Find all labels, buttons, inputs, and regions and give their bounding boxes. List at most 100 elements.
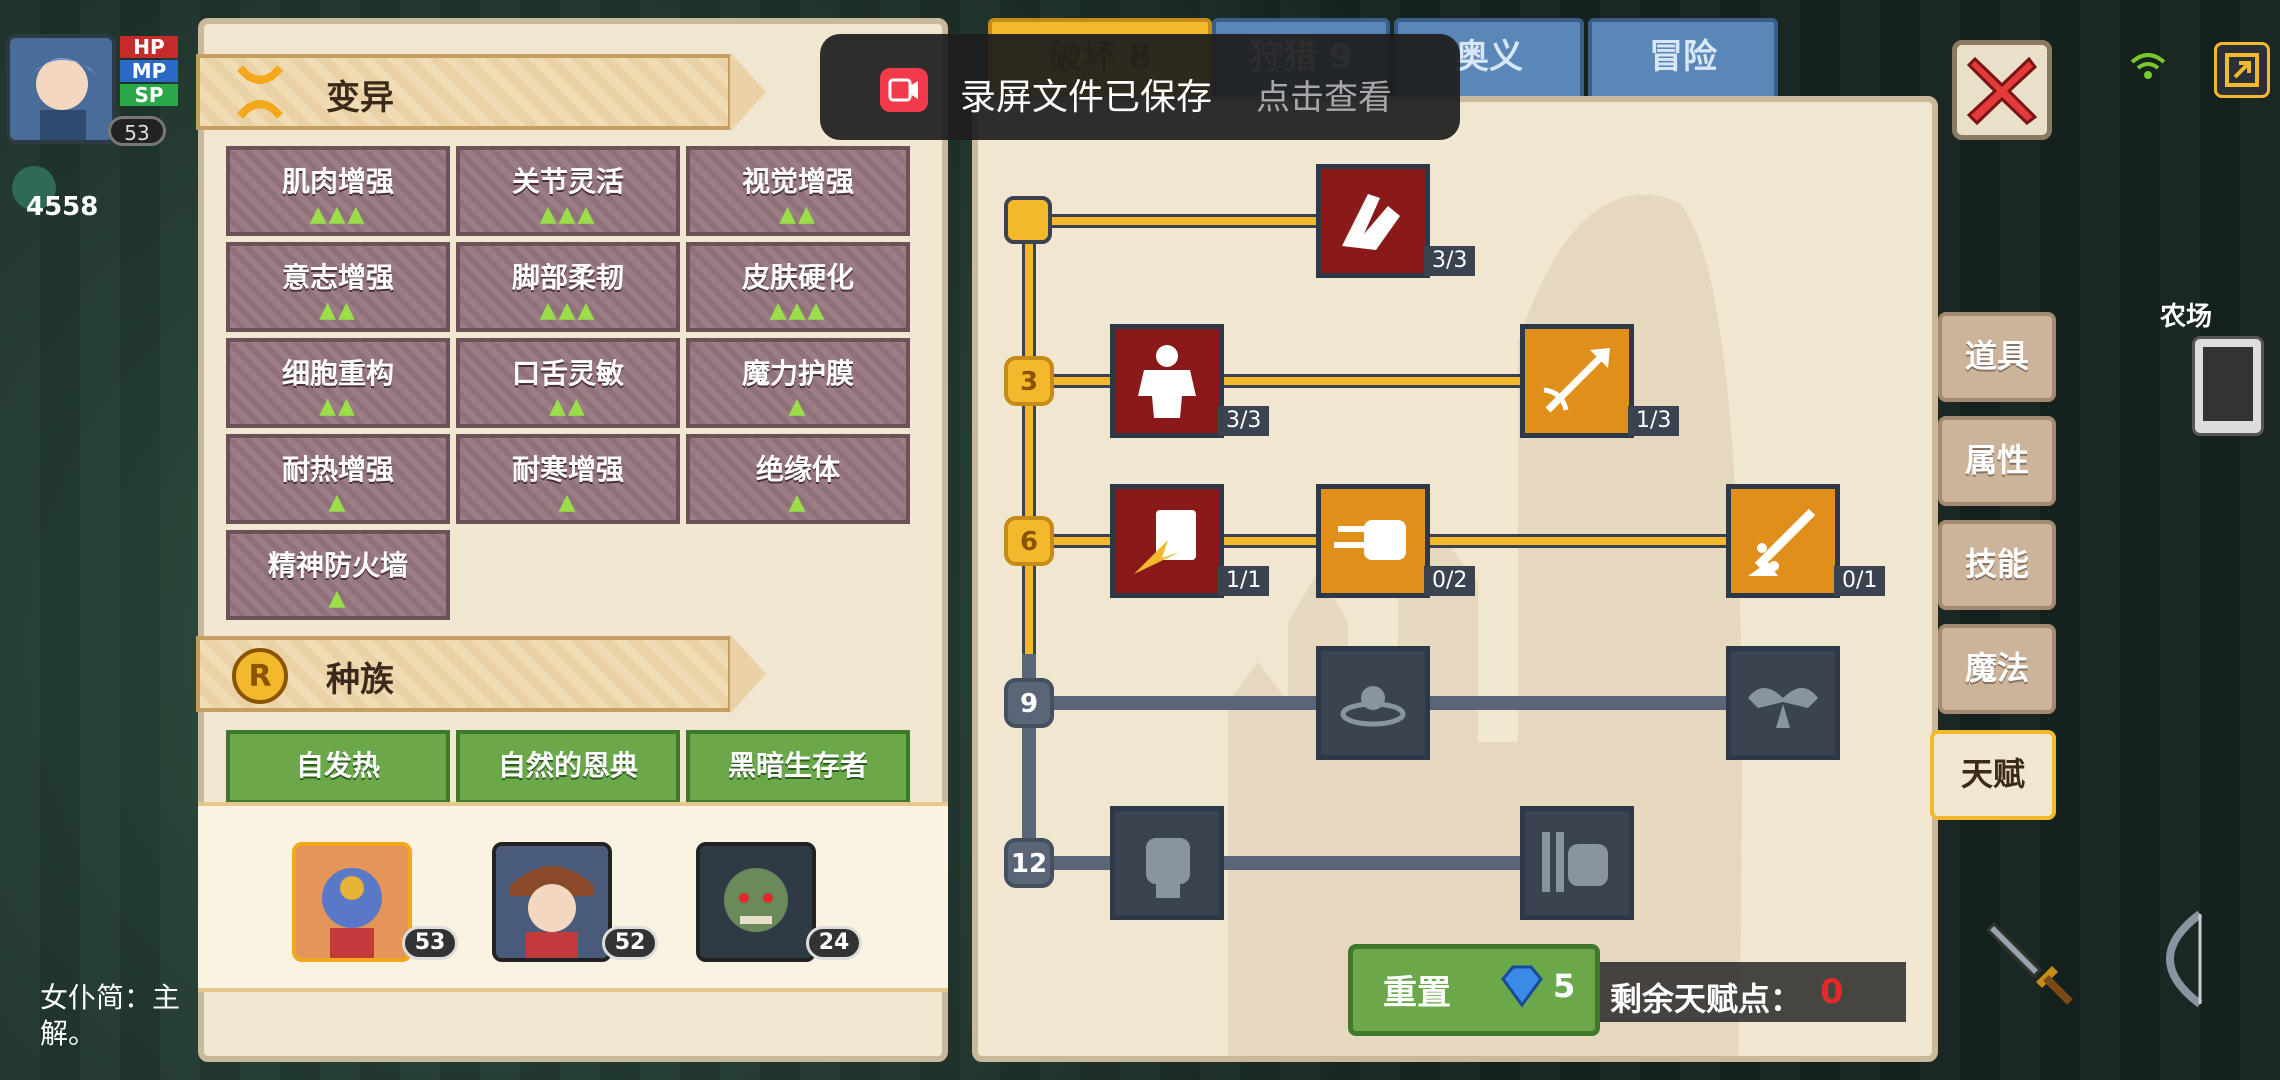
mutation-tile[interactable]: 细胞重构 ▲▲ — [226, 338, 450, 428]
mutation-tile[interactable]: 视觉增强 ▲▲ — [686, 146, 910, 236]
tier-marker: 6 — [1004, 516, 1054, 566]
mutation-tile[interactable]: 口舌灵敏 ▲▲ — [456, 338, 680, 428]
remaining-points-bar: 剩余天赋点： 0 — [1600, 962, 1906, 1022]
phone-icon[interactable] — [2192, 336, 2264, 436]
mutation-name: 魔力护膜 — [741, 357, 854, 390]
ribbon-tail — [730, 52, 766, 132]
mutation-tier: ▲ — [788, 490, 808, 515]
dialogue-text: 女仆简：主 — [40, 981, 181, 1014]
tree-branch — [1030, 214, 1320, 228]
mutation-tile[interactable]: 耐寒增强 ▲ — [456, 434, 680, 524]
tab-skills[interactable]: 技能 — [1938, 520, 2056, 610]
mutation-tier: ▲ — [328, 586, 348, 611]
mutation-name: 耐寒增强 — [511, 453, 624, 486]
character-slot[interactable] — [492, 842, 612, 962]
race-trait[interactable]: 自发热 — [226, 730, 450, 804]
talent-node[interactable] — [1110, 324, 1224, 438]
reset-button[interactable]: 重置 5 — [1348, 944, 1600, 1036]
slash-icon — [1748, 508, 1816, 576]
fist-strike-icon — [1542, 832, 1608, 892]
talent-count: 0/2 — [1424, 566, 1476, 596]
tab-magic[interactable]: 魔法 — [1938, 624, 2056, 714]
character-slot-selected[interactable] — [292, 842, 412, 962]
tab-talent[interactable]: 天赋 — [1930, 730, 2056, 820]
character-level: 24 — [806, 926, 862, 960]
wifi-icon — [2130, 52, 2166, 82]
tab-adventure[interactable]: 冒险 — [1588, 18, 1778, 102]
mutation-name: 细胞重构 — [281, 357, 394, 390]
close-icon — [1966, 56, 2038, 126]
tier-marker: 12 — [1004, 838, 1054, 888]
mutation-tile[interactable]: 关节灵活 ▲▲▲ — [456, 146, 680, 236]
talent-node-locked[interactable] — [1316, 646, 1430, 760]
talent-count: 0/1 — [1834, 566, 1886, 596]
talent-node-locked[interactable] — [1520, 806, 1634, 920]
talent-count: 3/3 — [1218, 406, 1270, 436]
talent-node-locked[interactable] — [1726, 646, 1840, 760]
mutation-tile[interactable]: 耐热增强 ▲ — [226, 434, 450, 524]
race-icon: R — [230, 646, 290, 706]
toast-view-link[interactable]: 点击查看 — [1256, 70, 1392, 119]
bat-wing-icon — [1748, 688, 1818, 728]
mutation-tile[interactable]: 脚部柔韧 ▲▲▲ — [456, 242, 680, 332]
mutation-tile[interactable]: 绝缘体 ▲ — [686, 434, 910, 524]
mutation-tier: ▲▲ — [549, 394, 587, 419]
talent-node[interactable] — [1110, 484, 1224, 598]
talent-count: 1/1 — [1218, 566, 1270, 596]
mutation-name: 关节灵活 — [511, 165, 624, 198]
tree-branch — [1030, 374, 1550, 388]
arrow-icon — [1543, 348, 1610, 413]
mutation-tier: ▲▲ — [319, 298, 357, 323]
talent-node[interactable] — [1316, 164, 1430, 278]
talent-node[interactable] — [1316, 484, 1430, 598]
talent-node-locked[interactable] — [1110, 806, 1224, 920]
character-slot[interactable] — [696, 842, 816, 962]
muscle-body-icon — [1138, 345, 1196, 418]
mutation-tier: ▲▲ — [779, 202, 817, 227]
mutation-name: 耐热增强 — [281, 453, 394, 486]
tier-marker: 3 — [1004, 356, 1054, 406]
svg-text:R: R — [248, 659, 271, 694]
mutation-name: 意志增强 — [281, 261, 394, 294]
diamond-icon — [1501, 965, 1543, 1008]
tree-root — [1004, 196, 1052, 244]
ripple-icon — [1340, 686, 1406, 727]
mutation-name: 脚部柔韧 — [511, 261, 624, 294]
window-icon[interactable] — [2214, 42, 2270, 98]
mutation-tile[interactable]: 肌肉增强 ▲▲▲ — [226, 146, 450, 236]
tab-items[interactable]: 道具 — [1938, 312, 2056, 402]
shield-break-icon — [1134, 510, 1196, 574]
sword-icon[interactable] — [1980, 910, 2080, 1010]
mutation-title: 变异 — [326, 78, 394, 118]
ribbon-tail — [730, 634, 766, 714]
toast-message: 录屏文件已保存 — [960, 77, 1213, 118]
mutation-tile[interactable]: 意志增强 ▲▲ — [226, 242, 450, 332]
talent-node[interactable] — [1726, 484, 1840, 598]
mutation-tile[interactable]: 精神防火墙 ▲ — [226, 530, 450, 620]
mutation-name: 口舌灵敏 — [511, 357, 624, 390]
dialogue-text-line2: 解。 — [40, 1017, 97, 1050]
talent-node[interactable] — [1520, 324, 1634, 438]
race-trait[interactable]: 自然的恩典 — [456, 730, 680, 804]
race-trait[interactable]: 黑暗生存者 — [686, 730, 910, 804]
tier-marker: 9 — [1004, 678, 1054, 728]
race-title: 种族 — [326, 660, 394, 700]
mutation-name: 肌肉增强 — [281, 165, 394, 198]
player-portrait[interactable] — [6, 34, 116, 144]
mutation-tier: ▲ — [788, 394, 808, 419]
mutation-tier: ▲ — [558, 490, 578, 515]
tab-attributes[interactable]: 属性 — [1938, 416, 2056, 506]
dna-icon — [230, 64, 290, 120]
mutation-tier: ▲▲▲ — [539, 298, 597, 323]
bow-icon[interactable] — [2130, 904, 2230, 1014]
mp-bar: MP — [120, 60, 178, 82]
reset-cost: 5 — [1553, 967, 1576, 1005]
remaining-points-label: 剩余天赋点： — [1610, 980, 1803, 1018]
remaining-points-value: 0 — [1820, 972, 1844, 1012]
mutation-tile[interactable]: 皮肤硬化 ▲▲▲ — [686, 242, 910, 332]
character-level: 52 — [602, 926, 658, 960]
farm-label: 农场 — [2160, 302, 2213, 332]
close-button[interactable] — [1952, 40, 2052, 140]
mutation-name: 视觉增强 — [741, 165, 854, 198]
mutation-tile[interactable]: 魔力护膜 ▲ — [686, 338, 910, 428]
